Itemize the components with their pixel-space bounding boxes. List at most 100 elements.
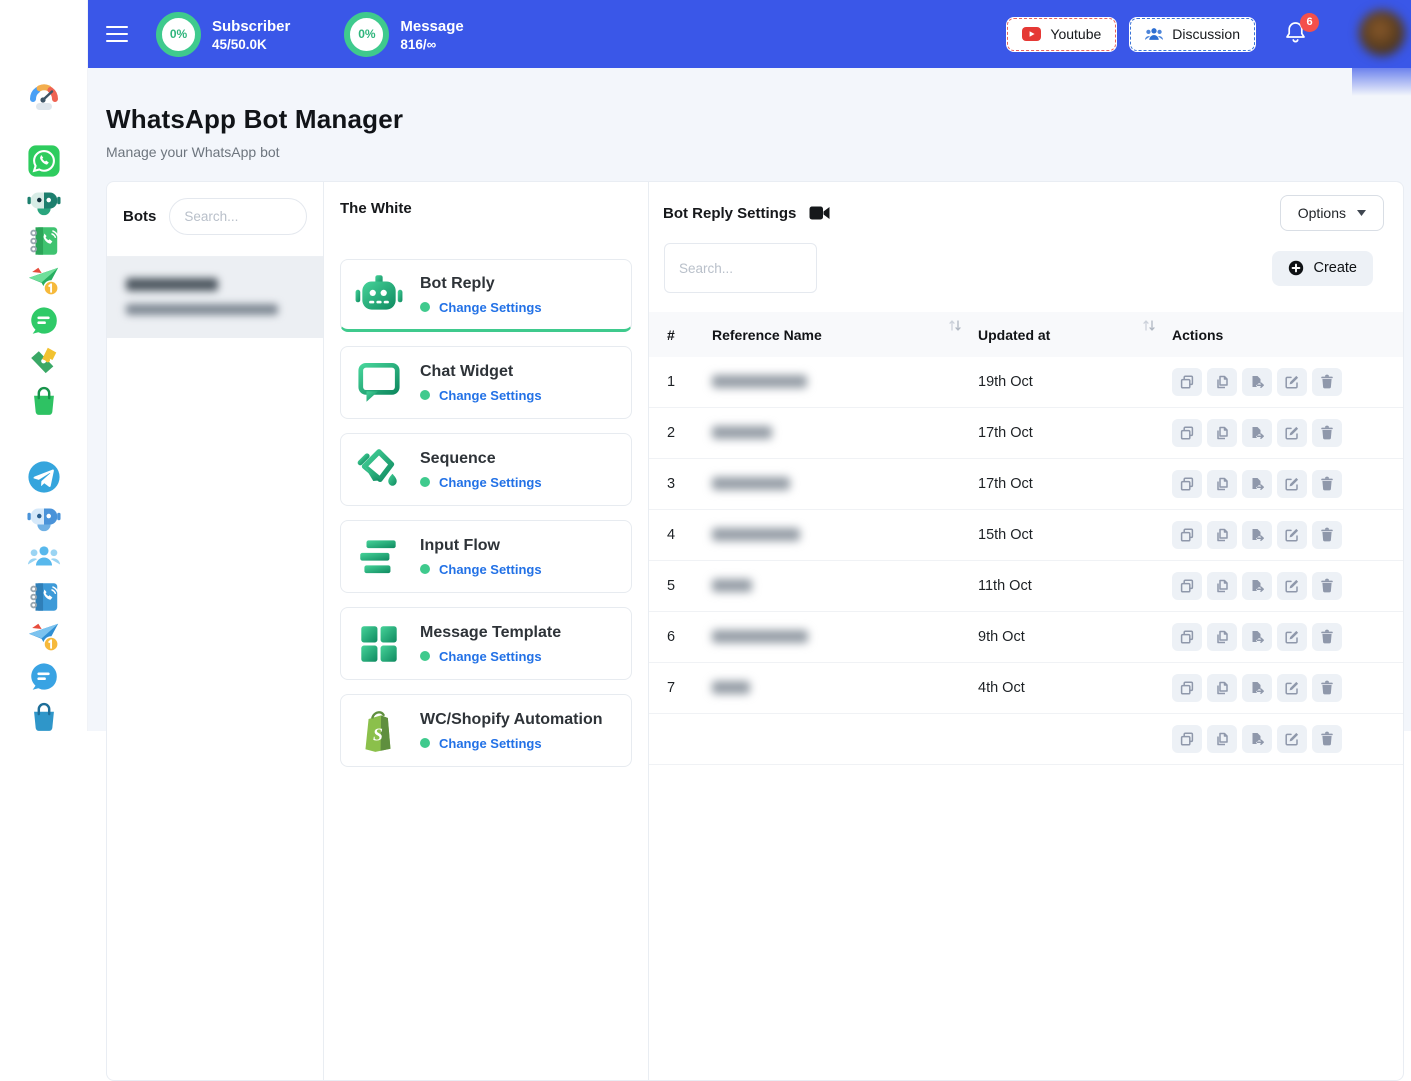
setting-card-input-flow[interactable]: Input FlowChange Settings <box>340 520 632 593</box>
sort-icon[interactable] <box>948 319 962 332</box>
edit-icon <box>1284 731 1300 747</box>
sidebar-item-dashboard[interactable] <box>26 78 62 114</box>
sidebar-item-whatsapp-bot[interactable] <box>27 184 61 218</box>
duplicate-button[interactable] <box>1207 725 1237 753</box>
delete-icon <box>1319 425 1335 441</box>
copy-button[interactable] <box>1172 725 1202 753</box>
edit-icon <box>1284 374 1300 390</box>
youtube-icon <box>1022 27 1041 41</box>
sidebar-item-telegram-groups[interactable] <box>27 540 61 574</box>
export-button[interactable] <box>1242 419 1272 447</box>
avatar[interactable] <box>1359 10 1405 56</box>
edit-button[interactable] <box>1277 674 1307 702</box>
copy-icon <box>1179 629 1195 645</box>
sort-icon[interactable] <box>1142 319 1156 332</box>
change-settings-link[interactable]: Change Settings <box>439 300 542 315</box>
sidebar-item-whatsapp-chat[interactable] <box>27 304 61 338</box>
export-button[interactable] <box>1242 521 1272 549</box>
reference-name-redacted <box>712 528 800 541</box>
edit-button[interactable] <box>1277 368 1307 396</box>
delete-button[interactable] <box>1312 623 1342 651</box>
sidebar-item-whatsapp[interactable] <box>27 144 61 178</box>
setting-card-sequence[interactable]: Sequence Change Settings <box>340 433 632 506</box>
change-settings-link[interactable]: Change Settings <box>439 736 542 751</box>
options-button[interactable]: Options <box>1280 195 1384 231</box>
edit-button[interactable] <box>1277 419 1307 447</box>
export-button[interactable] <box>1242 725 1272 753</box>
setting-card-message-template[interactable]: Message TemplateChange Settings <box>340 607 632 680</box>
delete-button[interactable] <box>1312 470 1342 498</box>
sidebar-item-whatsapp-contacts[interactable] <box>27 224 61 258</box>
delete-button[interactable] <box>1312 725 1342 753</box>
copy-button[interactable] <box>1172 572 1202 600</box>
whatsapp-integration-icon <box>27 344 61 378</box>
delete-button[interactable] <box>1312 368 1342 396</box>
menu-toggle-icon[interactable] <box>106 26 128 43</box>
duplicate-button[interactable] <box>1207 572 1237 600</box>
sidebar-item-whatsapp-store[interactable] <box>27 384 61 418</box>
sidebar-item-telegram-bot[interactable] <box>27 500 61 534</box>
edit-button[interactable] <box>1277 725 1307 753</box>
edit-button[interactable] <box>1277 623 1307 651</box>
copy-button[interactable] <box>1172 368 1202 396</box>
row-actions <box>1172 521 1403 549</box>
whatsapp-bot-icon <box>27 184 61 218</box>
change-settings-link[interactable]: Change Settings <box>439 562 542 577</box>
sidebar-item-telegram-store[interactable] <box>27 700 61 734</box>
duplicate-button[interactable] <box>1207 623 1237 651</box>
duplicate-button[interactable] <box>1207 521 1237 549</box>
change-settings-link[interactable]: Change Settings <box>439 388 542 403</box>
discussion-button[interactable]: Discussion <box>1129 17 1256 52</box>
delete-button[interactable] <box>1312 521 1342 549</box>
copy-button[interactable] <box>1172 521 1202 549</box>
status-dot <box>420 302 430 312</box>
youtube-button[interactable]: Youtube <box>1006 17 1117 52</box>
duplicate-button[interactable] <box>1207 368 1237 396</box>
change-settings-link[interactable]: Change Settings <box>439 475 542 490</box>
setting-card-title: WC/Shopify Automation <box>420 711 603 729</box>
export-button[interactable] <box>1242 368 1272 396</box>
edit-button[interactable] <box>1277 572 1307 600</box>
table-search-input[interactable] <box>664 243 817 293</box>
duplicate-button[interactable] <box>1207 470 1237 498</box>
setting-card-chat-widget[interactable]: Chat WidgetChange Settings <box>340 346 632 419</box>
delete-button[interactable] <box>1312 572 1342 600</box>
copy-icon <box>1179 680 1195 696</box>
delete-button[interactable] <box>1312 674 1342 702</box>
export-button[interactable] <box>1242 572 1272 600</box>
reference-name-redacted <box>712 579 752 592</box>
export-button[interactable] <box>1242 470 1272 498</box>
setting-card-title: Sequence <box>420 450 542 468</box>
sidebar-item-telegram-broadcast[interactable] <box>27 620 61 654</box>
edit-button[interactable] <box>1277 470 1307 498</box>
delete-button[interactable] <box>1312 419 1342 447</box>
notifications-button[interactable]: 6 <box>1284 20 1307 49</box>
bot-list-item[interactable] <box>107 257 323 338</box>
setting-card-bot-reply[interactable]: Bot ReplyChange Settings <box>340 259 632 332</box>
stat-value: 816/∞ <box>400 37 463 52</box>
copy-button[interactable] <box>1172 674 1202 702</box>
sidebar-item-telegram-contacts[interactable] <box>27 580 61 614</box>
edit-button[interactable] <box>1277 521 1307 549</box>
duplicate-button[interactable] <box>1207 419 1237 447</box>
create-button[interactable]: Create <box>1272 251 1373 286</box>
sidebar-item-whatsapp-broadcast[interactable] <box>27 264 61 298</box>
copy-button[interactable] <box>1172 419 1202 447</box>
sidebar-item-telegram-chat[interactable] <box>27 660 61 694</box>
sidebar-item-whatsapp-integration[interactable] <box>27 344 61 378</box>
column-reference-name[interactable]: Reference Name <box>712 327 978 343</box>
youtube-button-label: Youtube <box>1050 26 1101 42</box>
change-settings-link[interactable]: Change Settings <box>439 649 542 664</box>
copy-button[interactable] <box>1172 623 1202 651</box>
row-index: 3 <box>667 476 712 492</box>
export-button[interactable] <box>1242 623 1272 651</box>
bots-search-input[interactable] <box>169 198 307 235</box>
sidebar-item-telegram[interactable] <box>27 460 61 494</box>
export-button[interactable] <box>1242 674 1272 702</box>
copy-button[interactable] <box>1172 470 1202 498</box>
column-updated-at[interactable]: Updated at <box>978 327 1172 343</box>
video-camera-icon[interactable] <box>809 205 830 221</box>
telegram-chat-icon <box>27 660 61 694</box>
duplicate-button[interactable] <box>1207 674 1237 702</box>
avatar-block <box>1352 0 1411 96</box>
